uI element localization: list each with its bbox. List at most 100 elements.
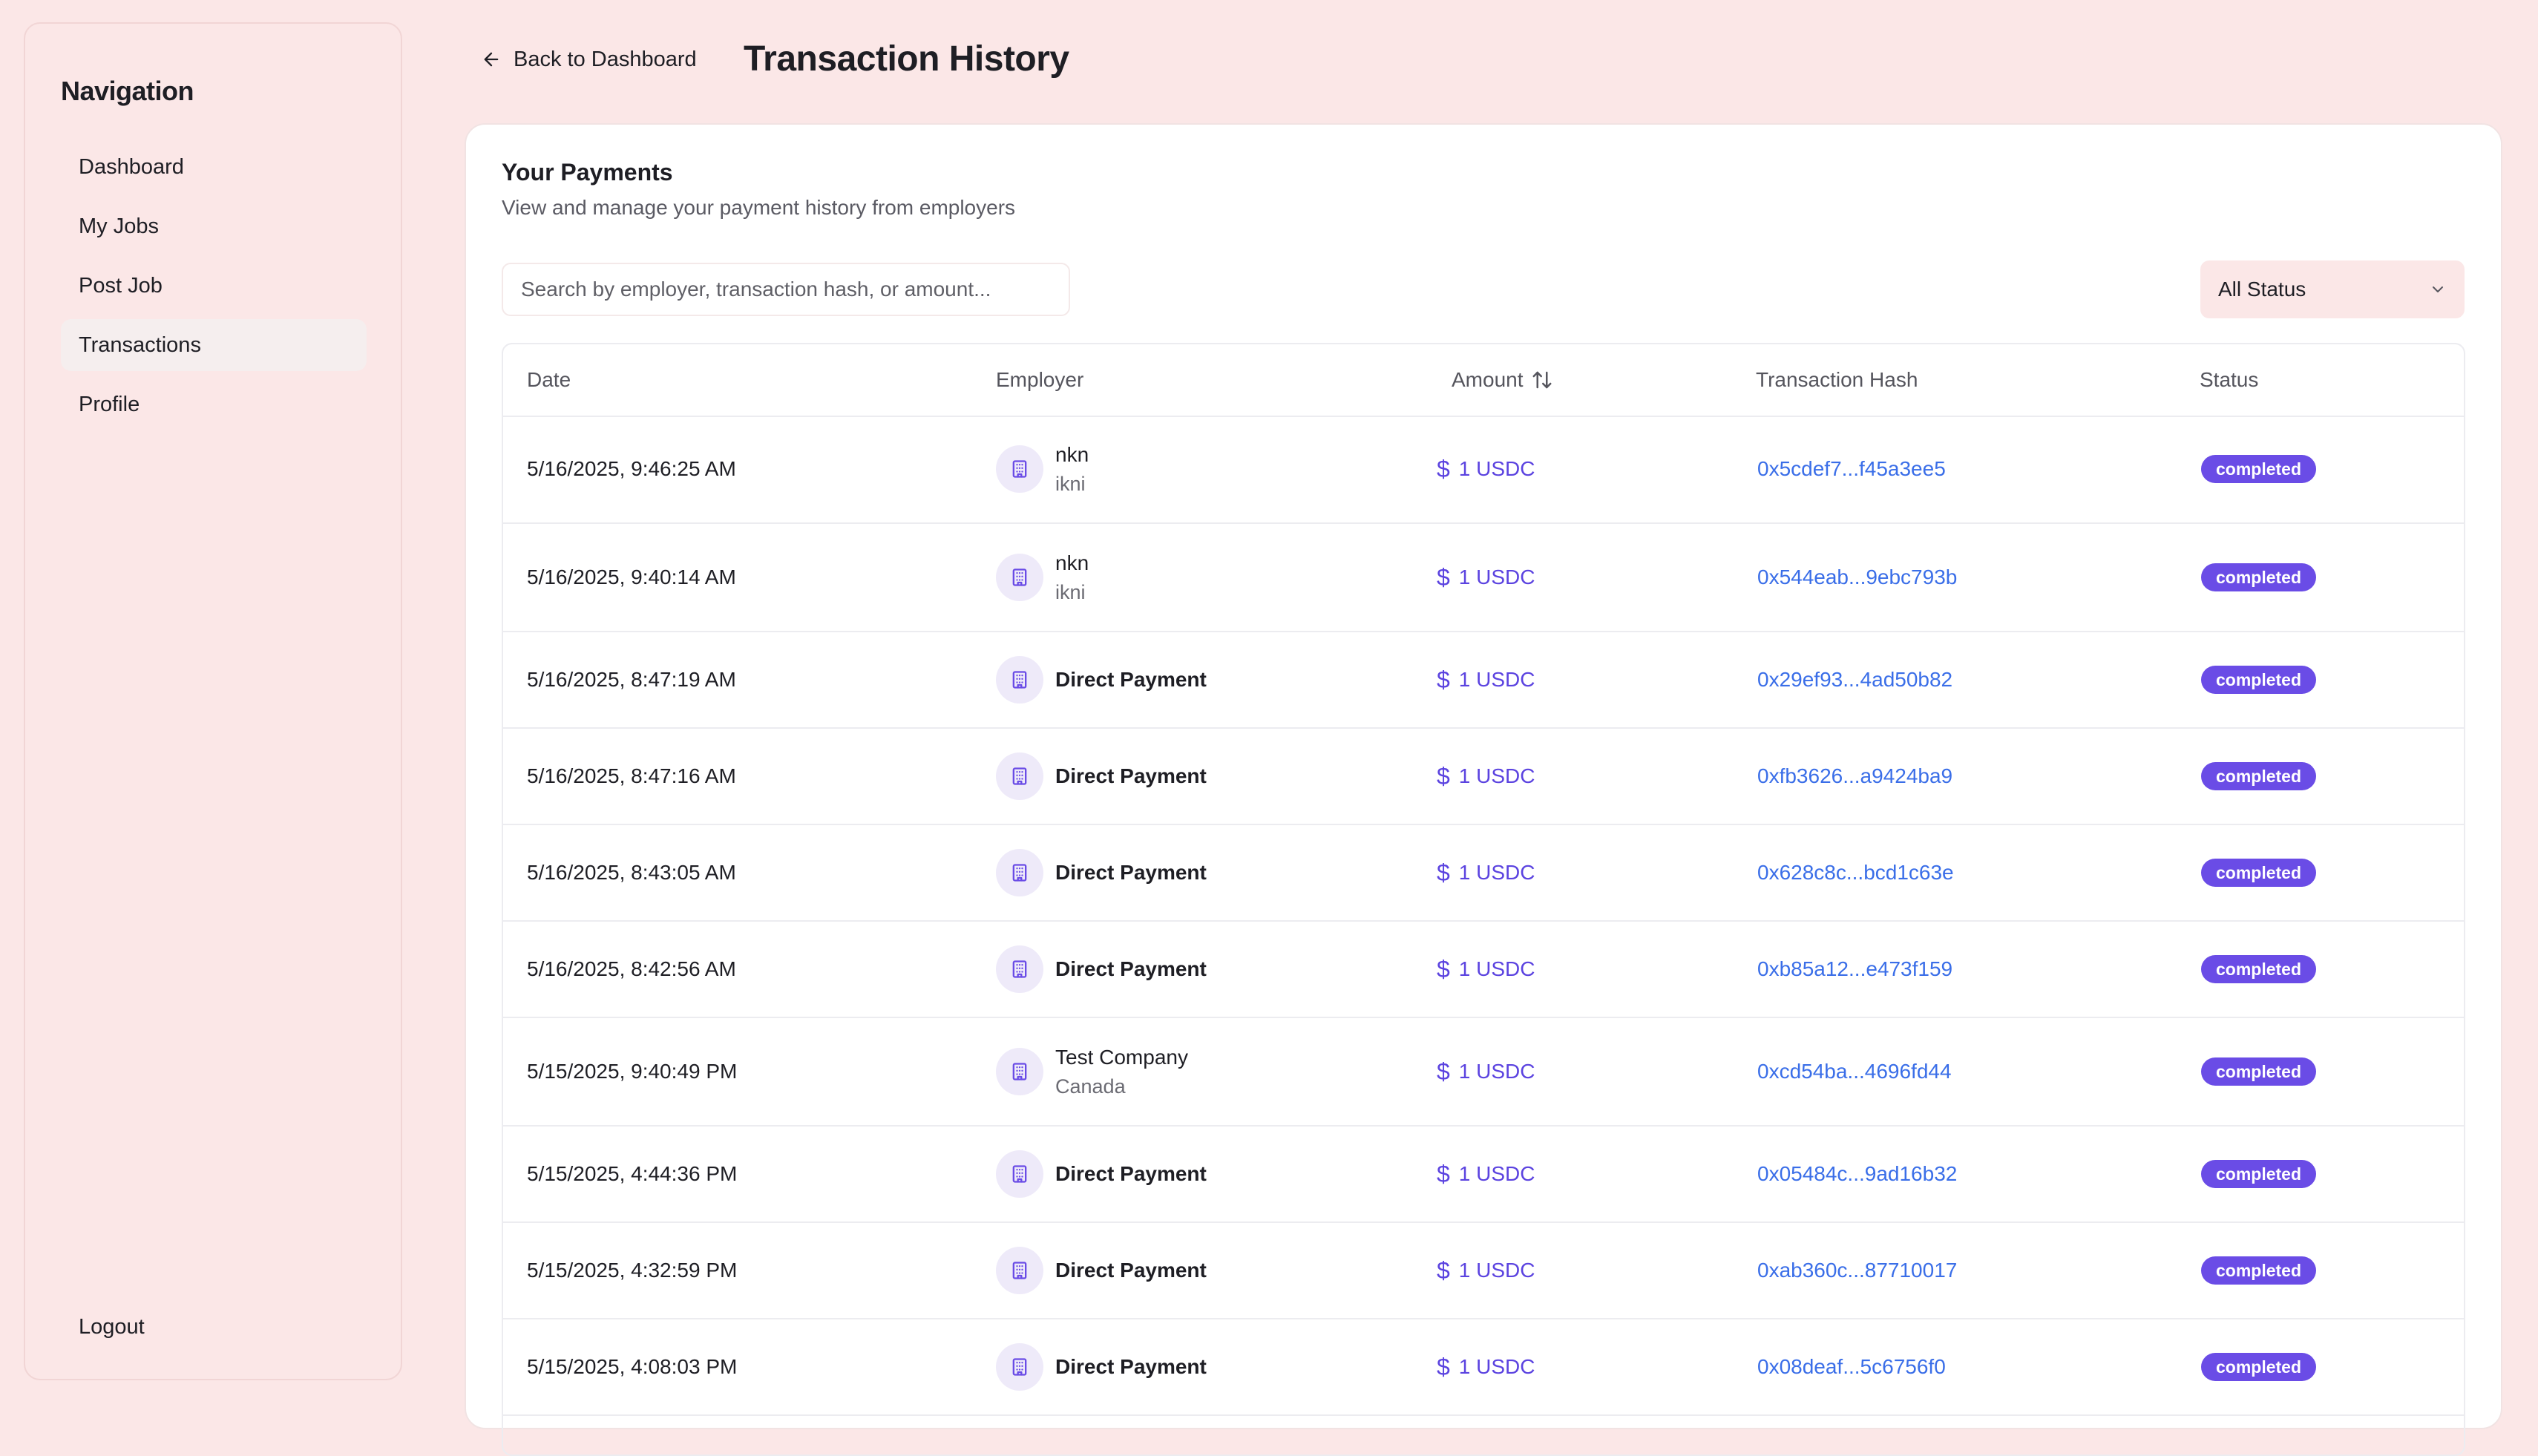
column-amount-sort[interactable]: Amount — [1452, 344, 1553, 416]
dollar-icon: $ — [1437, 563, 1450, 591]
transaction-hash-link[interactable]: 0xab360c...87710017 — [1757, 1259, 1957, 1282]
sidebar-item-my-jobs[interactable]: My Jobs — [61, 200, 367, 252]
employer-text: Direct Payment — [1055, 1159, 1207, 1189]
row-hash: 0x544eab...9ebc793b — [1757, 524, 1957, 631]
search-input[interactable] — [502, 263, 1070, 316]
employer-text: Test Company Canada — [1055, 1043, 1188, 1101]
status-badge: completed — [2201, 666, 2317, 694]
row-hash: 0x628c8c...bcd1c63e — [1757, 825, 1954, 920]
dollar-icon: $ — [1437, 455, 1450, 482]
status-badge: completed — [2201, 563, 2317, 591]
row-status: completed — [2201, 1223, 2317, 1318]
transaction-hash-link[interactable]: 0x29ef93...4ad50b82 — [1757, 668, 1952, 692]
transaction-hash-link[interactable]: 0x628c8c...bcd1c63e — [1757, 861, 1954, 885]
sidebar-item-transactions[interactable]: Transactions — [61, 319, 367, 371]
status-badge: completed — [2201, 859, 2317, 887]
transaction-hash-link[interactable]: 0xb85a12...e473f159 — [1757, 957, 1952, 981]
row-employer: nkn ikni — [996, 524, 1089, 631]
table-row: 5/15/2025, 4:32:59 PM Direct Payment $1 US… — [503, 1223, 2464, 1319]
row-status: completed — [2201, 729, 2317, 824]
row-hash: 0xb85a12...e473f159 — [1757, 922, 1952, 1017]
row-date: 5/16/2025, 9:46:25 AM — [527, 457, 736, 480]
transaction-hash-link[interactable]: 0x05484c...9ad16b32 — [1757, 1162, 1957, 1186]
logout-button[interactable]: Logout — [79, 1315, 145, 1339]
payments-card: Your Payments View and manage your payme… — [465, 123, 2502, 1456]
chevron-down-icon — [2433, 286, 2443, 292]
employer-name: Direct Payment — [1055, 861, 1207, 884]
status-badge: completed — [2201, 955, 2317, 983]
dollar-icon: $ — [1437, 762, 1450, 790]
transaction-hash-link[interactable]: 0x544eab...9ebc793b — [1757, 565, 1957, 589]
status-badge: completed — [2201, 762, 2317, 790]
building-icon — [996, 849, 1043, 896]
row-status: completed — [2201, 1127, 2317, 1221]
row-status: completed — [2201, 1319, 2317, 1414]
status-badge: completed — [2201, 1256, 2317, 1285]
employer-text: Direct Payment — [1055, 954, 1207, 984]
row-employer: Test Company Canada — [996, 1018, 1188, 1125]
amount-value: 1 USDC — [1458, 668, 1535, 691]
dollar-icon: $ — [1437, 1160, 1450, 1187]
status-badge: completed — [2201, 455, 2317, 483]
dollar-icon: $ — [1437, 955, 1450, 983]
status-badge: completed — [2201, 1353, 2317, 1381]
status-filter-select[interactable]: All Status — [2200, 260, 2465, 318]
amount-value: 1 USDC — [1458, 1162, 1535, 1185]
employer-name: Direct Payment — [1055, 764, 1207, 787]
transaction-hash-link[interactable]: 0xfb3626...a9424ba9 — [1757, 764, 1952, 788]
sidebar-item-post-job[interactable]: Post Job — [61, 260, 367, 312]
building-icon — [996, 445, 1043, 493]
table-header: Date Employer Amount Transaction Hash St… — [503, 344, 2464, 417]
row-hash: 0x08deaf...5c6756f0 — [1757, 1319, 1946, 1414]
row-employer: nkn ikni — [996, 416, 1089, 522]
transaction-hash-link[interactable]: 0x08deaf...5c6756f0 — [1757, 1355, 1946, 1379]
table-row: 5/15/2025, 4:44:36 PM Direct Payment $1 US… — [503, 1127, 2464, 1223]
row-date: 5/15/2025, 4:08:03 PM — [527, 1355, 738, 1378]
employer-text: Direct Payment — [1055, 1352, 1207, 1382]
amount-value: 1 USDC — [1458, 1259, 1535, 1282]
sort-arrows-icon — [1532, 371, 1551, 389]
row-date: 5/15/2025, 4:44:36 PM — [527, 1162, 738, 1185]
back-to-dashboard-link[interactable]: Back to Dashboard — [481, 45, 697, 74]
table-row: 5/16/2025, 8:42:56 AM Direct Payment $1 US… — [503, 922, 2464, 1018]
transaction-hash-link[interactable]: 0xcd54ba...4696fd44 — [1757, 1060, 1952, 1083]
row-amount: $1 USDC — [1437, 922, 1535, 1017]
amount-value: 1 USDC — [1458, 1060, 1535, 1083]
employer-location: ikni — [1055, 473, 1086, 495]
amount-value: 1 USDC — [1458, 764, 1535, 787]
page-title: Transaction History — [744, 39, 1069, 79]
transaction-hash-link[interactable]: 0x5cdef7...f45a3ee5 — [1757, 457, 1946, 481]
building-icon — [996, 752, 1043, 800]
row-status: completed — [2201, 416, 2317, 522]
row-amount: $1 USDC — [1437, 1223, 1535, 1318]
amount-value: 1 USDC — [1458, 457, 1535, 480]
employer-name: Test Company — [1055, 1046, 1188, 1069]
row-employer: Direct Payment — [996, 1223, 1207, 1318]
row-hash: 0xcd54ba...4696fd44 — [1757, 1018, 1952, 1125]
sidebar-item-dashboard[interactable]: Dashboard — [61, 141, 367, 193]
sidebar-item-profile[interactable]: Profile — [61, 378, 367, 430]
column-status: Status — [2200, 368, 2259, 391]
building-icon — [996, 554, 1043, 601]
row-status: completed — [2201, 524, 2317, 631]
arrow-left-icon — [484, 52, 499, 67]
dollar-icon: $ — [1437, 666, 1450, 693]
row-employer: Direct Payment — [996, 632, 1207, 727]
row-hash: 0xfb3626...a9424ba9 — [1757, 729, 1952, 824]
table-row: 5/16/2025, 8:47:19 AM Direct Payment $1 US… — [503, 632, 2464, 729]
status-badge: completed — [2201, 1057, 2317, 1086]
table-row: 5/16/2025, 9:40:14 AM nkn ikni $1 USDC 0x544… — [503, 524, 2464, 632]
row-amount: $1 USDC — [1437, 524, 1535, 631]
row-status: completed — [2201, 1018, 2317, 1125]
row-employer: Direct Payment — [996, 1319, 1207, 1414]
row-date: 5/16/2025, 8:42:56 AM — [527, 957, 736, 980]
row-status: completed — [2201, 922, 2317, 1017]
row-amount: $1 USDC — [1437, 825, 1535, 920]
column-amount-label: Amount — [1452, 368, 1524, 391]
employer-text: Direct Payment — [1055, 761, 1207, 791]
table-row: 5/16/2025, 9:46:25 AM nkn ikni $1 USDC 0x5cd… — [503, 416, 2464, 524]
row-date: 5/15/2025, 9:40:49 PM — [527, 1060, 738, 1083]
employer-text: Direct Payment — [1055, 1256, 1207, 1285]
amount-value: 1 USDC — [1458, 861, 1535, 884]
employer-name: Direct Payment — [1055, 1259, 1207, 1282]
